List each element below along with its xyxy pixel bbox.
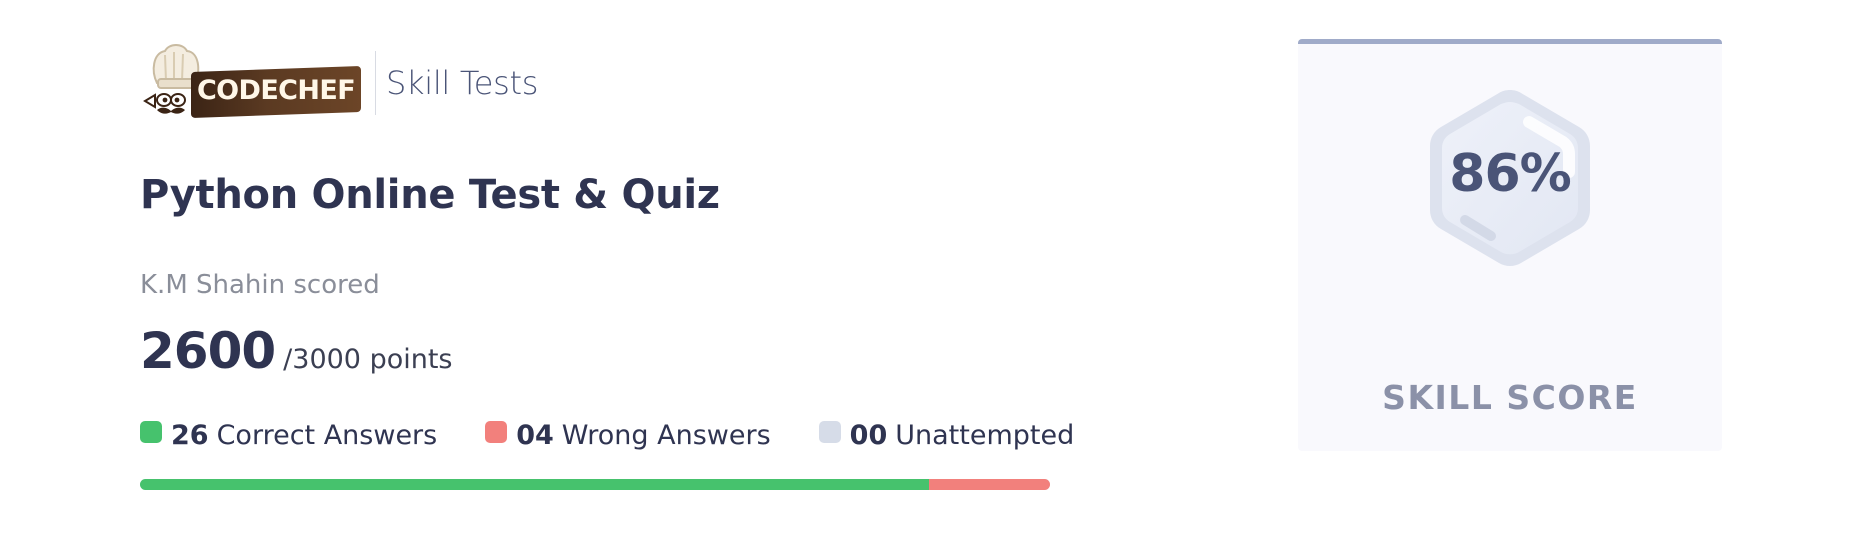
answers-progress-bar [140,479,1050,490]
skill-score-label: SKILL SCORE [1382,378,1638,417]
progress-correct [140,479,929,490]
progress-wrong [928,479,1050,490]
skill-score-card: 86% SKILL SCORE [1298,39,1722,451]
correct-swatch [140,420,162,443]
wrong-swatch [485,420,508,443]
answer-legend: 26 Correct Answers 04 Wrong Answers 00 U… [140,420,1074,451]
logo-text: CODECHEF [196,75,356,106]
codechef-logo[interactable]: CODECHEF [143,43,363,123]
brand-header: CODECHEF Skill Tests [143,43,538,123]
score-total: /3000 points [283,344,453,375]
correct-label: Correct Answers [216,420,438,451]
chef-face-icon [143,93,186,114]
wrong-label: Wrong Answers [561,420,771,451]
legend-wrong: 04 Wrong Answers [485,420,771,451]
unattempted-label: Unattempted [895,420,1075,451]
skill-percent: 86% [1449,144,1571,204]
legend-correct: 26 Correct Answers [140,420,437,451]
brand-subtitle: Skill Tests [386,64,539,102]
unattempted-swatch [818,420,841,443]
wrong-count: 04 [516,420,554,451]
unattempted-count: 00 [849,420,888,451]
test-title: Python Online Test & Quiz [140,172,720,218]
correct-count: 26 [171,420,209,451]
score-value: 2600 [140,322,276,380]
skill-badge: 86% [1425,84,1595,272]
brand-divider [375,51,376,115]
score-line: 2600 /3000 points [140,322,453,380]
legend-unattempted: 00 Unattempted [818,420,1075,451]
scored-by-text: K.M Shahin scored [140,270,380,300]
